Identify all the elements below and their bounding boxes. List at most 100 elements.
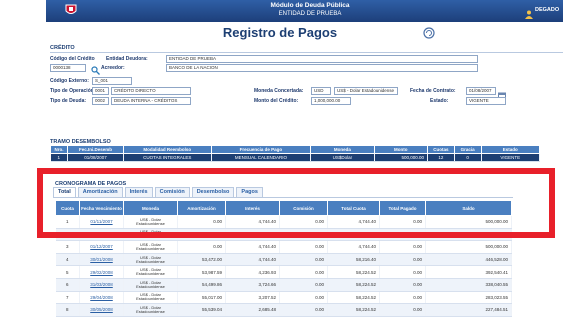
table-cell: 0.00 [279,240,328,254]
table-cell: 4,744.40 [225,240,280,254]
highlight-box [37,168,555,238]
tipo-deuda-field[interactable]: DEUDA INTERNA - CRÉDITOS [111,97,191,105]
acreedor-label: Acreedor: [101,65,125,71]
fecha-contrato-label: Fecha de Contrato: [410,88,456,94]
tramo-col-header: Fec.Ini.Desemb [67,145,124,154]
user-name[interactable]: DEGADO [535,7,559,13]
table-cell: 0.00 [279,303,328,317]
table-cell: 55,539.04 [177,303,226,317]
moneda-code[interactable]: USD [311,87,331,95]
estado-field[interactable]: VIGENTE [466,97,506,105]
refresh-icon[interactable] [423,26,435,39]
due-date-link[interactable]: 29/04/2008 [79,291,124,305]
tipo-operacion-code[interactable]: 0001 [92,87,109,95]
table-cell: US$ - Dolar Estadounidense [123,240,178,254]
table-cell: 0.00 [279,291,328,305]
page-title: Registro de Pagos [222,25,338,40]
table-cell: 7 [55,291,80,305]
tramo-cell: 1 [50,153,69,162]
table-cell: 0.00 [177,240,226,254]
codigo-externo-field[interactable]: S_001 [92,77,132,85]
codigo-externo-label: Código Externo: [50,78,89,84]
tramo-col-header: Gracia [453,145,482,154]
table-cell: 283,023.55 [425,291,512,305]
estado-label: Estado: [430,98,449,104]
codigo-credito-label: Código del Crédito [50,56,95,62]
table-cell: 0.00 [279,265,328,279]
fecha-contrato-field[interactable]: 01/08/2007 [466,87,496,95]
calendar-icon[interactable] [498,87,506,100]
tramo-col-header: Cuotas [427,145,455,154]
table-row[interactable]: 6 31/03/2008 US$ - Dolar Estadounidense 54,… [55,278,512,292]
table-cell: US$ - Dolar Estadounidense [123,265,178,279]
table-cell: US$ - Dolar Estadounidense [123,278,178,292]
table-cell: 0.00 [379,291,426,305]
table-cell: 0.00 [379,240,426,254]
table-cell: 0.00 [379,303,426,317]
tipo-deuda-code[interactable]: 0002 [92,97,109,105]
table-row[interactable]: 4 30/01/2008 US$ - Dolar Estadounidense 53,… [55,253,512,267]
tramo-table: Nro. Fec.Ini.Desemb Modalidad Reembolso … [49,145,541,162]
due-date-link[interactable]: 31/03/2008 [79,278,124,292]
due-date-link[interactable]: 30/05/2008 [79,303,124,317]
search-acreedor-icon[interactable] [91,62,100,75]
tramo-cell: 500,000.00 [374,153,429,162]
table-row[interactable]: 3 01/12/2007 US$ - Dolar Estadounidense 0.0… [55,240,512,254]
due-date-link[interactable]: 01/12/2007 [79,240,124,254]
table-cell: US$ - Dolar Estadounidense [123,303,178,317]
tramo-cell: 12 [427,153,455,162]
table-cell: 3,724.66 [225,278,280,292]
table-cell: 5 [55,265,80,279]
table-cell: 338,040.55 [425,278,512,292]
table-cell: 0.00 [279,278,328,292]
tipo-operacion-label: Tipo de Operación: [50,88,96,94]
table-cell: US$ - Dolar Estadounidense [123,291,178,305]
codigo-credito-field[interactable]: 0000138 [50,64,86,72]
tramo-cell: 0 [454,153,482,162]
moneda-label: Moneda Concertada: [254,88,304,94]
due-date-link[interactable]: 30/01/2008 [79,253,124,267]
app-header: Módulo de Deuda Pública ENTIDAD DE PRUEB… [0,0,563,22]
tramo-col-header: Monto [373,145,429,154]
table-cell: 8 [55,303,80,317]
credito-divider [50,52,563,53]
tramo-col-header: Moneda [310,145,375,154]
tramo-cell: 01/08/2007 [67,153,124,162]
entidad-field[interactable]: ENTIDAD DE PRUEBA [166,55,478,63]
table-row[interactable]: 8 30/05/2008 US$ - Dolar Estadounidense 55,… [55,303,512,317]
table-cell: 58,224.52 [327,291,380,305]
table-cell: 58,216.40 [327,253,380,267]
entity-name: ENTIDAD DE PRUEBA [278,11,342,17]
tramo-row[interactable]: 1 01/08/2007 CUOTAS INTEGRALES MENSUAL C… [50,153,541,162]
table-cell: 54,499.86 [177,278,226,292]
credito-section-title: CRÉDITO [50,45,75,51]
due-date-link[interactable]: 29/02/2008 [79,265,124,279]
acreedor-field[interactable]: BANCO DE LA NACION [166,64,478,72]
table-cell: 3,207.52 [225,291,280,305]
tramo-cell: MENSUAL CALENDARIO [211,153,312,162]
table-cell: 53,472.00 [177,253,226,267]
table-cell: 500,000.00 [425,240,512,254]
table-cell: 227,484.51 [425,303,512,317]
moneda-field[interactable]: US$ - Dolar Estadounidense [334,87,398,95]
table-cell: 6 [55,278,80,292]
tipo-operacion-field[interactable]: CRÉDITO DIRECTO [111,87,191,95]
table-cell: 3 [55,240,80,254]
monto-credito-field[interactable]: 1,000,000.00 [311,97,351,105]
tramo-cell: VIGENTE [481,153,541,162]
app-title: Módulo de Deuda Pública [270,2,350,9]
table-cell: 4 [55,253,80,267]
table-cell: 4,744.40 [327,240,380,254]
table-row[interactable]: 5 29/02/2008 US$ - Dolar Estadounidense 53,… [55,265,512,279]
table-cell: 55,017.00 [177,291,226,305]
entidad-label: Entidad Deudora: [106,56,148,62]
table-cell: 0.00 [379,253,426,267]
table-cell: 58,224.52 [327,265,380,279]
table-cell: 58,224.52 [327,303,380,317]
tramo-cell: US$Dolar [310,153,375,162]
table-cell: 0.00 [379,265,426,279]
table-cell: 0.00 [279,253,328,267]
peru-shield-icon [64,3,78,17]
tramo-col-header: Frecuencia de Pago [210,145,312,154]
table-row[interactable]: 7 29/04/2008 US$ - Dolar Estadounidense 55,… [55,291,512,305]
